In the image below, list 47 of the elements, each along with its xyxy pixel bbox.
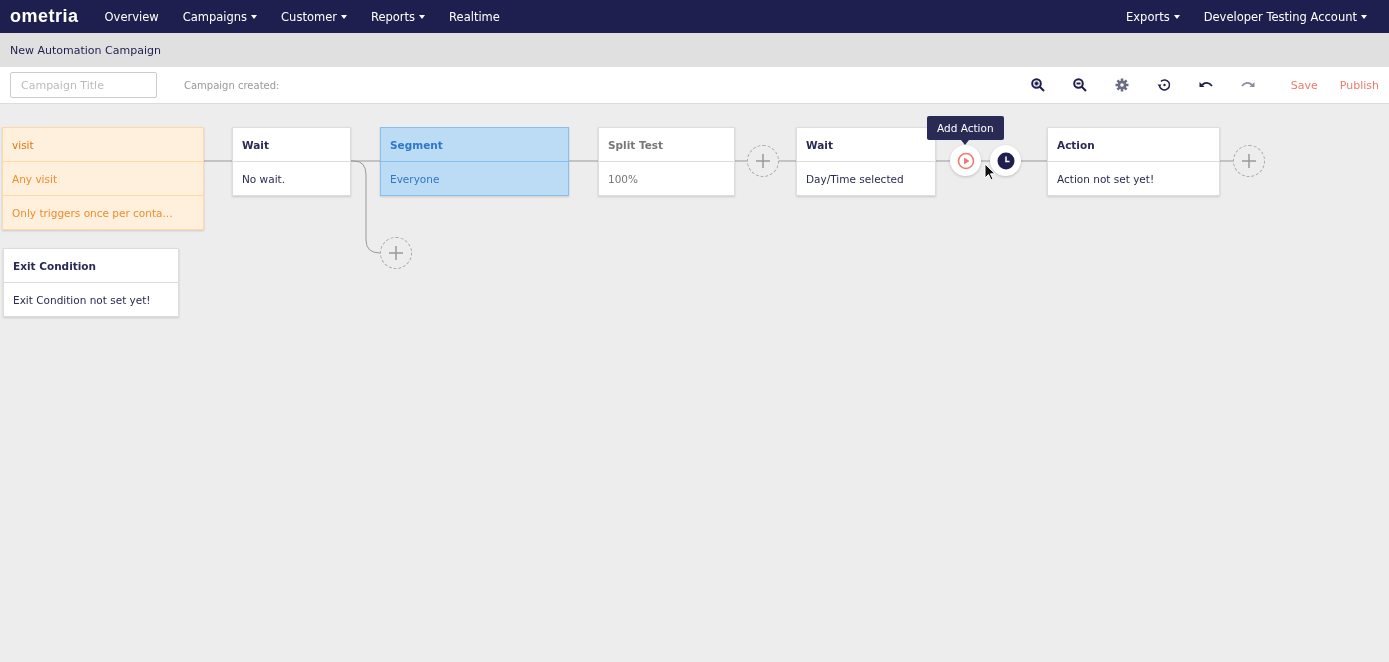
nav-menu-item[interactable]: Overview [92, 9, 171, 24]
card-text: Day/Time selected [806, 172, 904, 185]
page-title: New Automation Campaign [10, 43, 161, 57]
card-title: visit [12, 138, 34, 151]
nav-menu-item[interactable]: Campaigns [170, 9, 270, 24]
step-card[interactable]: Exit Condition Exit Condition not set yet! [3, 248, 179, 317]
tooltip: Add Action [927, 116, 1004, 140]
connector-line [778, 160, 797, 162]
nav-menu-item[interactable]: Realtime [437, 9, 512, 24]
card-title: Action [1057, 138, 1095, 151]
card-text: No wait. [242, 172, 285, 185]
zoom-in-icon[interactable] [1030, 78, 1045, 92]
plus-icon [389, 246, 403, 260]
step-card[interactable]: Wait Day/Time selected [796, 127, 936, 196]
cursor-icon [984, 163, 996, 181]
logo[interactable]: ometria [10, 6, 79, 27]
plus-icon [756, 154, 770, 168]
play-icon[interactable] [950, 145, 981, 176]
card-text: Only triggers once per conta... [12, 206, 173, 219]
connector-line [979, 160, 991, 162]
card-text: Any visit [12, 172, 58, 185]
card-title: Segment [390, 138, 443, 151]
step-card[interactable]: Wait No wait. [232, 127, 351, 196]
clock-icon[interactable] [990, 145, 1021, 176]
card-text: Action not set yet! [1057, 172, 1155, 185]
nav-menu-item[interactable]: Developer Testing Account [1191, 9, 1379, 24]
step-card[interactable]: Action Action not set yet! [1047, 127, 1220, 196]
nav-menu-item[interactable]: Customer [269, 9, 359, 24]
tooltip-arrow-icon [961, 140, 969, 145]
zoom-out-icon[interactable] [1072, 78, 1087, 92]
campaign-created-label: Campaign created: [184, 79, 280, 91]
settings-icon[interactable] [1114, 78, 1129, 92]
nav-menu-item[interactable]: Exports [1114, 9, 1192, 24]
card-title: Wait [806, 138, 833, 151]
card-text: 100% [608, 172, 639, 185]
card-title: Split Test [608, 138, 664, 151]
plus-icon [1242, 154, 1256, 168]
undo-icon[interactable] [1198, 80, 1213, 90]
redo-icon[interactable] [1240, 80, 1255, 90]
connector-line [1019, 160, 1048, 162]
campaign-title-field[interactable]: Campaign Title [10, 72, 157, 98]
card-text: Exit Condition not set yet! [13, 293, 151, 306]
card-text: Everyone [390, 172, 440, 185]
history-icon[interactable] [1156, 78, 1171, 92]
card-title: Wait [242, 138, 269, 151]
card-title: Exit Condition [13, 259, 97, 272]
nav-menu-item[interactable]: Reports [358, 9, 438, 24]
